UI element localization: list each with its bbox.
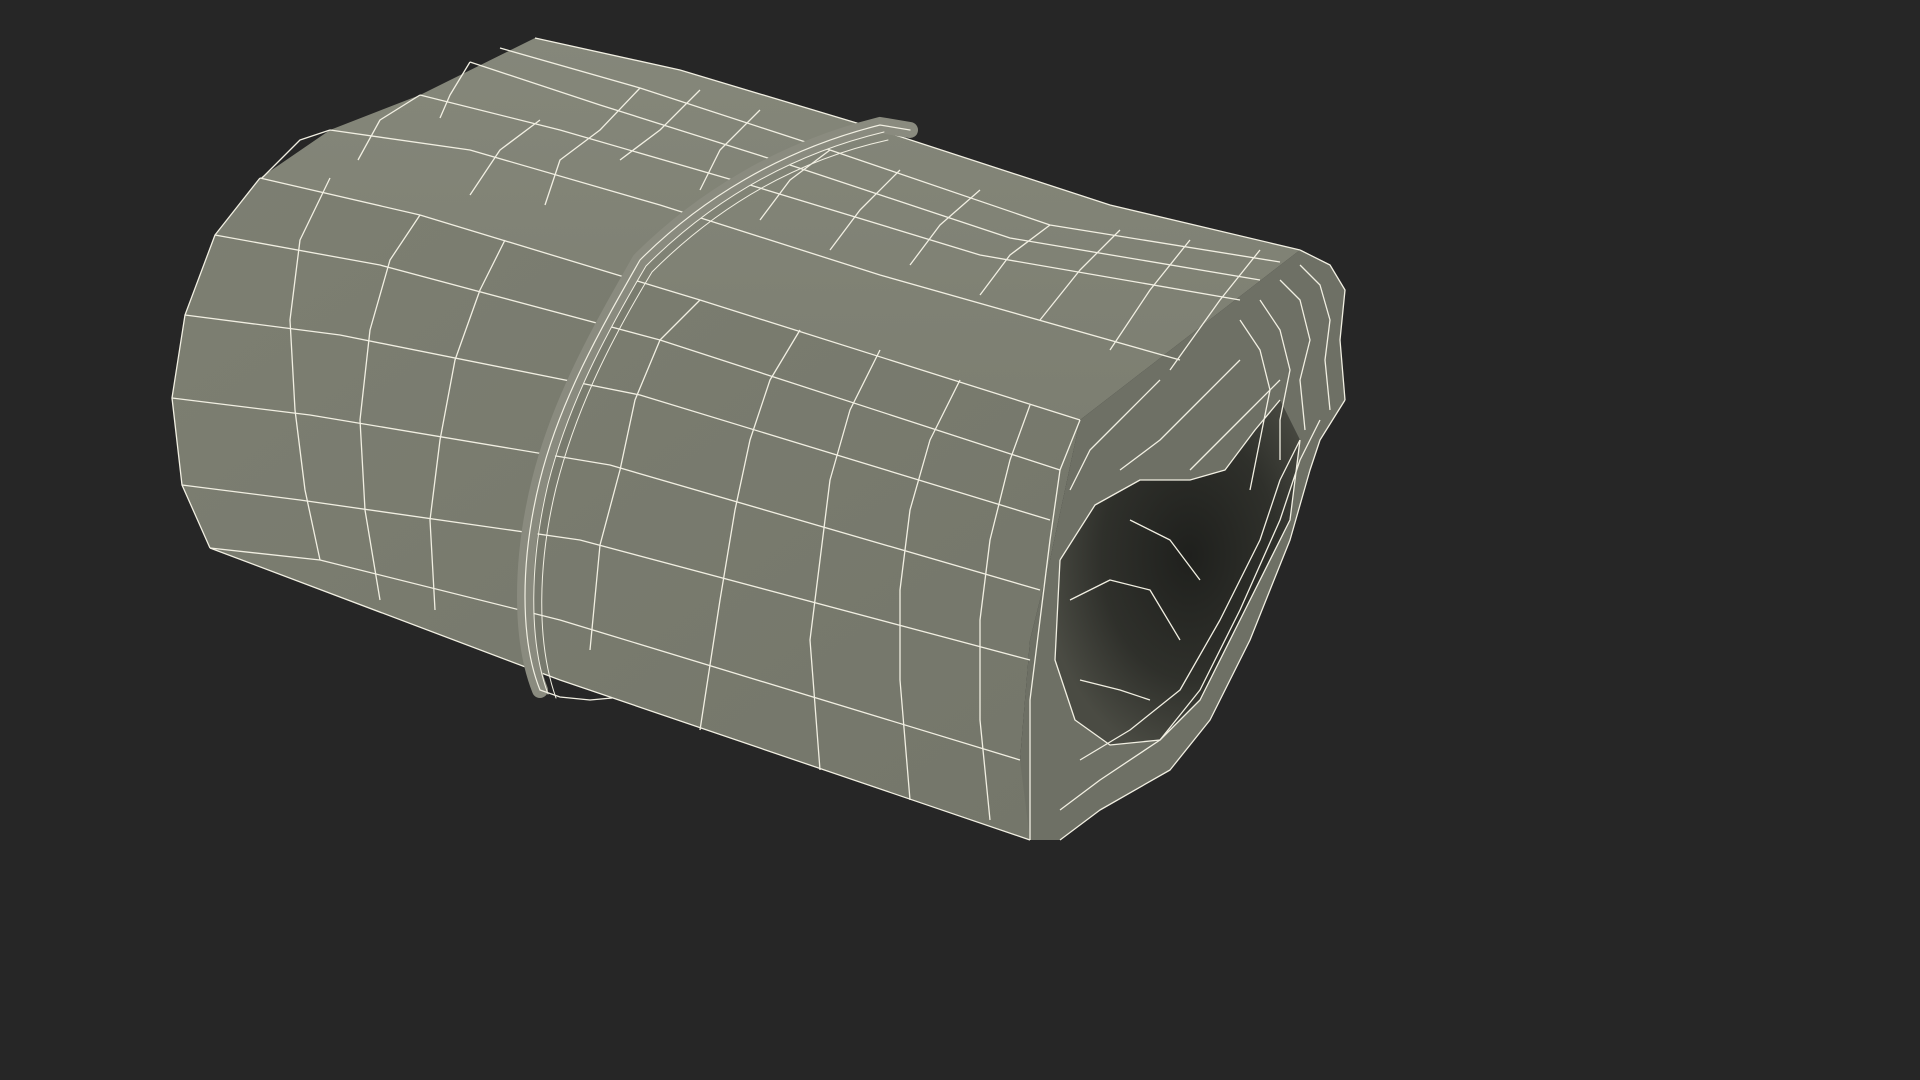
render-viewport	[0, 0, 1568, 882]
roll-body	[172, 38, 1345, 840]
rolled-newspaper-model	[171, 37, 1346, 841]
